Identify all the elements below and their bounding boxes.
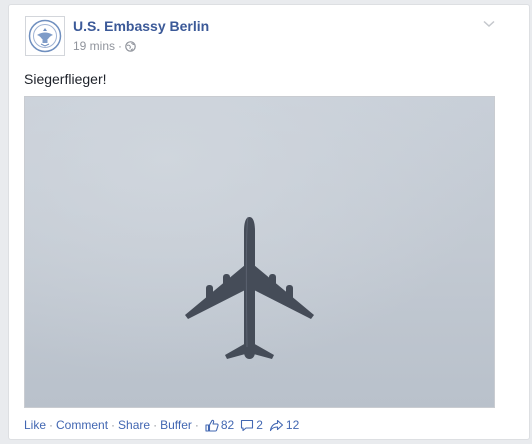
share-link[interactable]: Share — [118, 418, 150, 432]
action-separator: · — [49, 418, 54, 432]
embassy-seal-icon — [28, 19, 62, 53]
like-count[interactable]: 82 — [205, 418, 234, 432]
action-separator: · — [111, 418, 116, 432]
avatar[interactable] — [25, 16, 65, 56]
share-count-value: 12 — [285, 418, 300, 432]
post-actions: Like · Comment · Share · Buffer · 82 2 1… — [24, 418, 299, 432]
post-card: U.S. Embassy Berlin 19 mins · Siegerflie… — [8, 4, 530, 440]
post-timestamp[interactable]: 19 mins — [73, 39, 115, 53]
share-arrow-icon — [269, 419, 283, 431]
comment-count[interactable]: 2 — [240, 418, 263, 432]
share-count[interactable]: 12 — [269, 418, 299, 432]
comment-icon — [241, 419, 254, 431]
post-meta: 19 mins · — [73, 39, 136, 53]
action-separator: · — [194, 418, 199, 432]
comment-link[interactable]: Comment — [56, 418, 108, 432]
meta-separator: · — [118, 39, 123, 53]
chevron-down-icon[interactable] — [481, 16, 497, 32]
airplane-photo — [25, 97, 494, 407]
post-photo[interactable] — [24, 96, 495, 408]
comment-count-value: 2 — [256, 418, 263, 432]
buffer-link[interactable]: Buffer — [160, 418, 192, 432]
action-separator: · — [153, 418, 158, 432]
globe-icon — [125, 40, 136, 52]
page-name-link[interactable]: U.S. Embassy Berlin — [73, 18, 209, 34]
like-count-value: 82 — [220, 418, 235, 432]
thumbs-up-icon — [205, 419, 219, 432]
like-link[interactable]: Like — [24, 418, 46, 432]
post-text: Siegerflieger! — [24, 71, 107, 87]
